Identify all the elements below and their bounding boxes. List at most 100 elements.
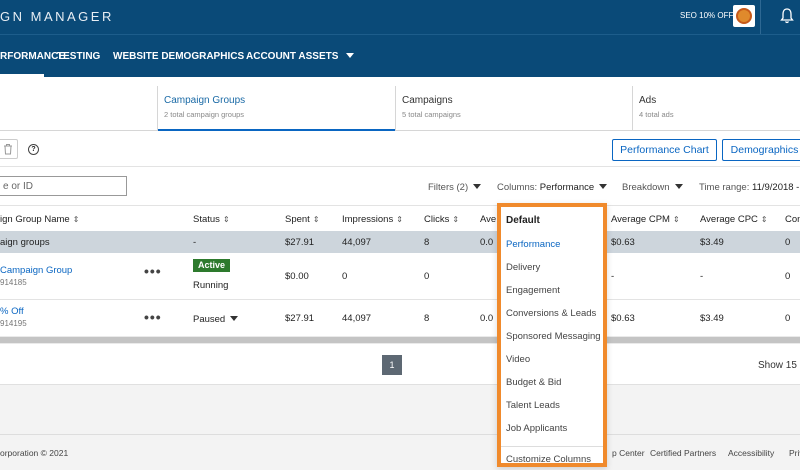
totals-spent: $27.91 <box>285 237 315 248</box>
page-button[interactable]: 1 <box>382 355 402 375</box>
main-nav: RFORMANCE TESTING WEBSITE DEMOGRAPHICS A… <box>0 34 800 77</box>
totals-impressions: 44,097 <box>342 237 372 248</box>
footer-link-privacy[interactable]: Priv <box>789 448 800 458</box>
campaign-group-name-link[interactable]: Campaign Group <box>0 265 72 276</box>
account-logo[interactable] <box>733 5 755 27</box>
filters-label: Filters (2) <box>428 182 469 193</box>
breakdown-dropdown[interactable]: Breakdown <box>622 182 683 193</box>
col-label: Average CPC <box>700 214 758 225</box>
campaign-group-name-link[interactable]: % Off <box>0 306 24 317</box>
menu-item-performance[interactable]: Performance <box>506 239 560 250</box>
campaign-group-id: 914185 <box>0 278 27 287</box>
col-label: Spent <box>285 214 310 225</box>
horizontal-scrollbar[interactable] <box>0 336 800 344</box>
cell-cpm: - <box>611 271 615 282</box>
col-impressions[interactable]: Impressions ⇕ <box>342 214 403 225</box>
col-spent[interactable]: Spent ⇕ <box>285 214 320 225</box>
cell-conversions: 0 <box>785 271 791 282</box>
tab-title: Campaign Groups <box>164 95 246 106</box>
menu-item-customize-columns[interactable]: Customize Columns <box>506 454 591 465</box>
col-average-cpm[interactable]: Average CPM ⇕ <box>611 214 680 225</box>
col-label: Clicks <box>424 214 450 225</box>
totals-clicks: 8 <box>424 237 430 248</box>
col-status[interactable]: Status ⇕ <box>193 214 230 225</box>
cell-spent: $27.91 <box>285 313 315 324</box>
page-footer: orporation © 2021 p Center Certified Par… <box>0 434 800 470</box>
sort-icon: ⇕ <box>72 215 80 224</box>
time-range-dropdown[interactable]: Time range: 11/9/2018 - <box>699 182 799 193</box>
table-header: ign Group Name ⇕ Status ⇕ Spent ⇕ Impressio… <box>0 206 800 231</box>
col-name[interactable]: ign Group Name ⇕ <box>0 214 79 225</box>
filters-dropdown[interactable]: Filters (2) <box>428 182 482 193</box>
account-name[interactable]: SEO 10% OFF <box>680 11 733 20</box>
footer-link-accessibility[interactable]: Accessibility <box>728 448 774 458</box>
cell-clicks: 0 <box>424 271 430 282</box>
menu-item-sponsored-messaging[interactable]: Sponsored Messaging <box>506 331 601 342</box>
totals-conversions: 0 <box>785 237 791 248</box>
col-clicks[interactable]: Clicks ⇕ <box>424 214 459 225</box>
col-average-cpc[interactable]: Average CPC ⇕ <box>700 214 768 225</box>
nav-account-assets[interactable]: ACCOUNT ASSETS <box>246 51 355 62</box>
columns-label: Columns: <box>497 182 538 193</box>
footer-link-certified-partners[interactable]: Certified Partners <box>650 448 716 458</box>
totals-name: aign groups <box>0 237 50 248</box>
col-label: Status <box>193 214 220 225</box>
col-label: ign Group Name <box>0 214 70 225</box>
tab-title: Ads <box>639 95 657 106</box>
columns-value: Performance <box>539 182 595 193</box>
col-average[interactable]: Ave <box>480 214 496 225</box>
cell-impressions: 44,097 <box>342 313 372 324</box>
menu-item-engagement[interactable]: Engagement <box>506 285 560 296</box>
col-conversions[interactable]: Con <box>785 214 800 225</box>
status-text: Running <box>193 280 229 291</box>
nav-performance[interactable]: RFORMANCE <box>0 51 65 62</box>
menu-item-video[interactable]: Video <box>506 354 530 365</box>
nav-website-demographics[interactable]: WEBSITE DEMOGRAPHICS <box>113 51 244 62</box>
caret-down-icon <box>346 53 355 58</box>
tab-account[interactable] <box>0 86 157 130</box>
cell-clicks: 8 <box>424 313 430 324</box>
footer-link-help-center[interactable]: p Center <box>612 448 645 458</box>
col-label: Con <box>785 214 800 225</box>
cell-average: 0.0 <box>480 313 494 324</box>
cell-spent: $0.00 <box>285 271 309 282</box>
caret-down-icon <box>230 316 239 321</box>
page-size-select[interactable]: Show 15 <box>758 360 797 371</box>
tab-campaign-groups[interactable]: Campaign Groups 2 total campaign groups <box>157 86 395 131</box>
columns-menu: Default Performance Delivery Engagement … <box>497 203 607 467</box>
cell-cpc: $3.49 <box>700 313 724 324</box>
delete-button[interactable] <box>0 139 18 159</box>
columns-dropdown[interactable]: Columns: Performance <box>497 182 608 193</box>
menu-item-talent-leads[interactable]: Talent Leads <box>506 400 560 411</box>
tab-campaigns[interactable]: Campaigns 5 total campaigns <box>395 86 632 130</box>
sort-icon: ⇕ <box>312 215 320 224</box>
search-input[interactable]: e or ID <box>0 176 127 196</box>
sort-icon: ⇕ <box>760 215 768 224</box>
totals-row: aign groups - $27.91 44,097 8 0.0 $0.63 … <box>0 231 800 253</box>
sort-icon: ⇕ <box>672 215 680 224</box>
more-icon[interactable]: ••• <box>144 309 162 325</box>
menu-item-budget-bid[interactable]: Budget & Bid <box>506 377 561 388</box>
menu-item-conversions-leads[interactable]: Conversions & Leads <box>506 308 596 319</box>
divider <box>0 166 800 167</box>
performance-chart-button[interactable]: Performance Chart <box>612 139 717 161</box>
menu-item-delivery[interactable]: Delivery <box>506 262 540 273</box>
caret-down-icon <box>473 184 482 189</box>
copyright: orporation © 2021 <box>0 448 69 458</box>
more-icon[interactable]: ••• <box>144 263 162 279</box>
bell-icon[interactable] <box>780 8 794 27</box>
menu-divider <box>501 446 603 447</box>
nav-testing[interactable]: TESTING <box>57 51 100 62</box>
tab-subtitle: 5 total campaigns <box>402 110 461 119</box>
scrollbar-thumb[interactable] <box>0 337 800 343</box>
tab-ads[interactable]: Ads 4 total ads <box>632 86 800 130</box>
totals-cpm: $0.63 <box>611 237 635 248</box>
nav-account-assets-label: ACCOUNT ASSETS <box>246 51 339 62</box>
totals-status: - <box>193 237 197 248</box>
help-icon[interactable]: ? <box>28 144 39 155</box>
menu-item-job-applicants[interactable]: Job Applicants <box>506 423 567 434</box>
status-select[interactable]: Paused <box>193 314 239 325</box>
demographics-button[interactable]: Demographics <box>722 139 800 161</box>
nav-active-indicator <box>0 74 44 77</box>
col-label: Ave <box>480 214 497 225</box>
